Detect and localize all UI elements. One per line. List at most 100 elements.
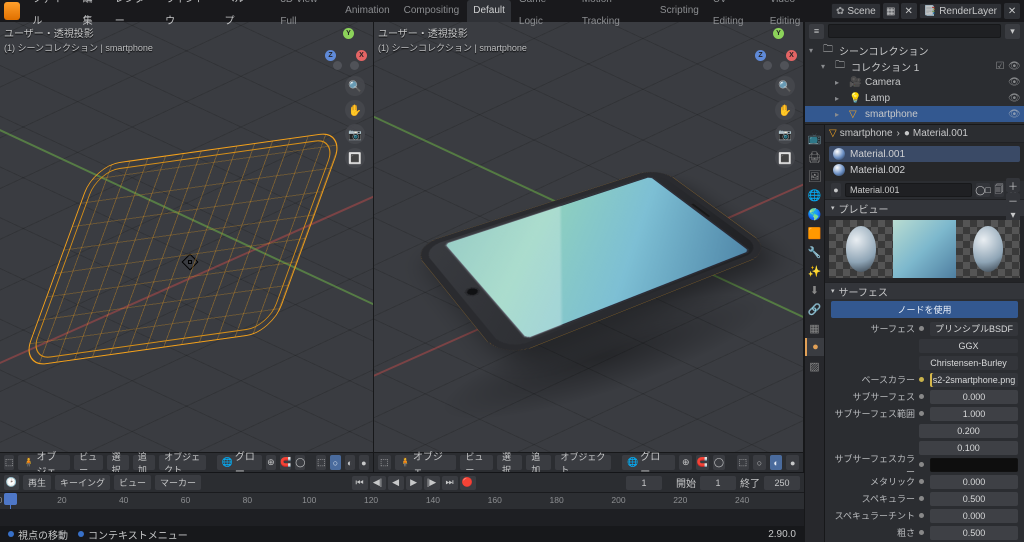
jump-start-icon[interactable]: ⏮ xyxy=(352,476,368,490)
number-field[interactable]: 0.000 xyxy=(930,390,1018,404)
footer-menu-select[interactable]: 選択 xyxy=(107,455,129,470)
tab-texture-icon[interactable]: ▨ xyxy=(805,357,824,375)
tab-gamelogic[interactable]: Game Logic xyxy=(513,0,574,33)
tl-menu-keying[interactable]: キーイング xyxy=(55,475,110,490)
shading-wire-icon[interactable]: ⬚ xyxy=(316,455,326,470)
tab-videoedit[interactable]: Video Editing xyxy=(764,0,829,33)
gizmo-z-icon[interactable]: Z xyxy=(755,50,766,61)
zoom-icon[interactable]: 🔍 xyxy=(345,76,365,96)
material-slot[interactable]: Material.002 xyxy=(829,162,1020,178)
gizmo-x-icon[interactable]: X xyxy=(356,50,367,61)
orientation-selector[interactable]: 🌐 グロー... xyxy=(622,455,675,470)
scene-selector[interactable]: ✿ Scene xyxy=(831,3,881,19)
gizmo-neg-icon[interactable] xyxy=(780,61,789,70)
tab-object-icon[interactable]: 🟧 xyxy=(805,224,824,242)
gizmo-z-icon[interactable]: Z xyxy=(325,50,336,61)
footer-menu-view[interactable]: ビュー xyxy=(460,455,493,470)
pivot-icon[interactable]: ⊕ xyxy=(266,455,276,470)
ortho-icon[interactable]: 🔳 xyxy=(775,148,795,168)
tab-scene-icon[interactable]: 🌐 xyxy=(805,186,824,204)
shading-lookdev-icon[interactable]: ◐ xyxy=(345,455,355,470)
slot-remove-icon[interactable]: － xyxy=(1006,193,1020,207)
tab-particles-icon[interactable]: ✨ xyxy=(805,262,824,280)
number-field[interactable]: 0.000 xyxy=(930,475,1018,489)
outliner-search-input[interactable] xyxy=(828,24,1001,38)
number-field[interactable]: 1.000 xyxy=(930,407,1018,421)
number-field[interactable]: 0.200 xyxy=(919,424,1018,438)
solid-object[interactable] xyxy=(414,122,774,412)
record-icon[interactable]: 🔴 xyxy=(460,476,476,490)
tree-item-camera[interactable]: ▸🎥 Camera 👁 xyxy=(805,74,1024,90)
viewport-right[interactable]: ユーザー・透視投影 (1) シーンコレクション | smartphone Y X… xyxy=(374,22,804,472)
tab-constraint-icon[interactable]: 🔗 xyxy=(805,300,824,318)
footer-menu-view[interactable]: ビュー xyxy=(74,455,102,470)
footer-menu-add[interactable]: 追加 xyxy=(526,455,551,470)
prev-key-icon[interactable]: ◀| xyxy=(370,476,386,490)
preview-sphere2[interactable] xyxy=(956,220,1020,278)
tree-item-smartphone[interactable]: ▸▽ smartphone 👁 xyxy=(805,106,1024,122)
gizmo-neg-icon[interactable] xyxy=(350,61,359,70)
tree-scene-root[interactable]: ▾🗀 シーンコレクション xyxy=(805,42,1024,58)
footer-menu-add[interactable]: 追加 xyxy=(133,455,155,470)
tab-3dviewfull[interactable]: 3D View Full xyxy=(274,0,337,33)
socket-dot-icon[interactable] xyxy=(919,496,924,501)
pan-icon[interactable]: ✋ xyxy=(345,100,365,120)
tl-menu-playback[interactable]: 再生 xyxy=(23,475,51,490)
tab-world-icon[interactable]: 🌎 xyxy=(805,205,824,223)
eye-icon[interactable]: 👁 xyxy=(1008,109,1020,120)
footer-menu-object[interactable]: オブジェクト xyxy=(555,455,610,470)
tree-collection[interactable]: ▾🗀 コレクション 1 ☑👁 xyxy=(805,58,1024,74)
tl-menu-marker[interactable]: マーカー xyxy=(155,475,201,490)
tab-mesh-icon[interactable]: ▦ xyxy=(805,319,824,337)
snap-icon[interactable]: 🧲 xyxy=(280,455,291,470)
pivot-icon[interactable]: ⊕ xyxy=(679,455,692,470)
tl-menu-view[interactable]: ビュー xyxy=(114,475,151,490)
tab-viewlayer-icon[interactable]: 🖼 xyxy=(805,167,824,185)
section-preview[interactable]: ▾プレビュー xyxy=(825,199,1024,216)
gizmo-y-icon[interactable]: Y xyxy=(343,28,354,39)
shading-solid-icon[interactable]: ○ xyxy=(753,455,766,470)
tab-default[interactable]: Default xyxy=(467,0,511,22)
play-rev-icon[interactable]: ◀ xyxy=(388,476,404,490)
ortho-icon[interactable]: 🔳 xyxy=(345,148,365,168)
filter-icon[interactable]: ▾ xyxy=(1005,24,1020,39)
socket-dot-icon[interactable] xyxy=(919,326,924,331)
distribution-a-field[interactable]: GGX xyxy=(919,339,1018,353)
propedit-icon[interactable]: ◯ xyxy=(295,455,305,470)
mode-selector[interactable]: 🧍 オブジェ... xyxy=(395,455,457,470)
shading-wire-icon[interactable]: ⬚ xyxy=(737,455,750,470)
socket-dot-icon[interactable] xyxy=(919,462,924,467)
mode-selector[interactable]: 🧍 オブジェ... xyxy=(18,455,70,470)
tab-motiontrack[interactable]: Motion Tracking xyxy=(576,0,652,33)
shading-render-icon[interactable]: ● xyxy=(786,455,799,470)
timeline-ruler[interactable]: 020406080100120140160180200220240 xyxy=(0,493,804,509)
number-field[interactable]: 0.000 xyxy=(930,509,1018,523)
menu-render[interactable]: レンダー xyxy=(109,0,157,33)
shading-solid-icon[interactable]: ○ xyxy=(330,455,340,470)
restrict-select-icon[interactable]: ☑ xyxy=(994,61,1006,72)
next-key-icon[interactable]: |▶ xyxy=(424,476,440,490)
shading-lookdev-icon[interactable]: ◐ xyxy=(770,455,783,470)
jump-end-icon[interactable]: ⏭ xyxy=(442,476,458,490)
slot-add-icon[interactable]: ＋ xyxy=(1006,178,1020,192)
socket-dot-icon[interactable] xyxy=(919,411,924,416)
footer-menu-select[interactable]: 選択 xyxy=(497,455,522,470)
tab-uvediting[interactable]: UV Editing xyxy=(707,0,762,33)
number-field[interactable]: 0.500 xyxy=(930,492,1018,506)
orientation-selector[interactable]: 🌐 グロー... xyxy=(217,455,262,470)
shading-render-icon[interactable]: ● xyxy=(359,455,369,470)
menu-window[interactable]: ウィンドウ xyxy=(159,0,216,33)
tab-render-icon[interactable]: 📺 xyxy=(805,129,824,147)
section-surface[interactable]: ▾サーフェス xyxy=(825,282,1024,299)
material-name-field[interactable] xyxy=(845,183,972,197)
color-swatch[interactable] xyxy=(930,458,1018,472)
play-icon[interactable]: ▶ xyxy=(406,476,422,490)
tab-animation[interactable]: Animation xyxy=(339,0,395,22)
tab-scripting[interactable]: Scripting xyxy=(654,0,705,22)
eye-icon[interactable]: 👁 xyxy=(1008,61,1020,72)
socket-dot-icon[interactable] xyxy=(919,530,924,535)
menu-help[interactable]: ヘルプ xyxy=(218,0,257,33)
start-frame-field[interactable]: 1 xyxy=(700,476,736,490)
orientation-gizmo[interactable]: Y X Z xyxy=(755,28,797,70)
editor-type-icon[interactable]: 🕑 xyxy=(4,475,19,490)
